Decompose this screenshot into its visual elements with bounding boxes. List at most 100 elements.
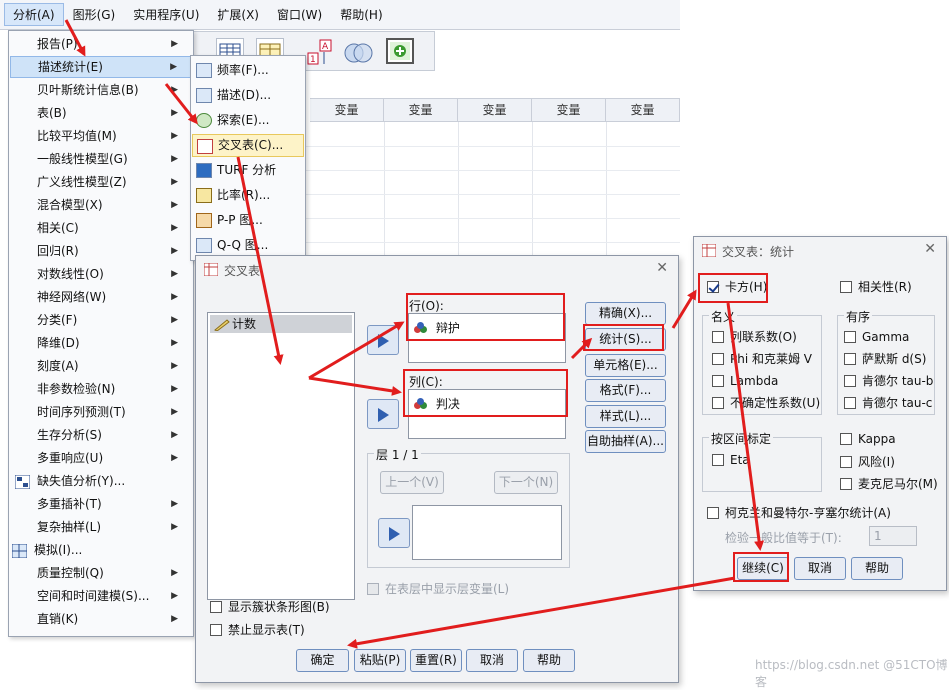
- submenu-item-qq-plot[interactable]: Q-Q 图...: [192, 234, 304, 257]
- menu-item-complex-samples[interactable]: 复杂抽样(L) ▶: [10, 516, 192, 538]
- grid-divider: [300, 170, 680, 171]
- move-to-layer-button[interactable]: [378, 518, 410, 548]
- help-button[interactable]: 帮助: [851, 557, 903, 580]
- column-header[interactable]: 变量: [310, 98, 384, 122]
- add-icon[interactable]: [386, 38, 414, 64]
- submenu-item-crosstabs[interactable]: 交叉表(C)...: [192, 134, 304, 157]
- menu-item-spatial-temporal[interactable]: 空间和时间建模(S)... ▶: [10, 585, 192, 607]
- column-header[interactable]: 变量: [458, 98, 532, 122]
- paste-button[interactable]: 粘贴(P): [354, 649, 406, 672]
- eta-checkbox[interactable]: Eta: [712, 453, 750, 468]
- cmh-statistics-checkbox[interactable]: 柯克兰和曼特尔-亨塞尔统计(A): [707, 506, 891, 521]
- submenu-item-frequencies[interactable]: 频率(F)...: [192, 59, 304, 82]
- column-header[interactable]: 变量: [606, 98, 680, 122]
- menu-item-quality-control[interactable]: 质量控制(Q) ▶: [10, 562, 192, 584]
- menu-item-nonparametric[interactable]: 非参数检验(N) ▶: [10, 378, 192, 400]
- menu-item-simulation[interactable]: 模拟(I)...: [10, 539, 192, 561]
- menu-window[interactable]: 窗口(W): [268, 3, 331, 26]
- cancel-button[interactable]: 取消: [466, 649, 518, 672]
- menu-item-descriptive-statistics[interactable]: 描述统计(E) ▶: [10, 56, 192, 78]
- menu-item-general-linear-model[interactable]: 一般线性模型(G) ▶: [10, 148, 192, 170]
- submenu-item-turf[interactable]: TURF 分析: [192, 159, 304, 182]
- ratio-icon: [196, 188, 212, 203]
- kendall-tau-c-checkbox[interactable]: 肯德尔 tau-c: [844, 396, 932, 411]
- style-button[interactable]: 样式(L)...: [585, 405, 666, 428]
- close-icon[interactable]: ✕: [656, 260, 668, 276]
- menu-item-missing-value[interactable]: 缺失值分析(Y)...: [10, 470, 192, 492]
- help-button[interactable]: 帮助: [523, 649, 575, 672]
- kendall-tau-b-checkbox[interactable]: 肯德尔 tau-b: [844, 374, 933, 389]
- venn-icon[interactable]: [342, 38, 373, 64]
- menu-item-label: 模拟(I)...: [34, 543, 83, 557]
- menu-extensions[interactable]: 扩展(X): [208, 3, 268, 26]
- column-header[interactable]: 变量: [532, 98, 606, 122]
- menu-item-label: 多重响应(U): [37, 451, 104, 465]
- menu-item-compare-means[interactable]: 比较平均值(M) ▶: [10, 125, 192, 147]
- menu-item-tables[interactable]: 表(B) ▶: [10, 102, 192, 124]
- menu-item-forecasting[interactable]: 时间序列预测(T) ▶: [10, 401, 192, 423]
- gamma-checkbox[interactable]: Gamma: [844, 330, 909, 345]
- submenu-arrow-icon: ▶: [171, 499, 178, 509]
- source-variable-list[interactable]: 计数: [207, 312, 355, 600]
- risk-checkbox[interactable]: 风险(I): [840, 455, 895, 470]
- checkbox-box: [210, 601, 222, 613]
- somers-d-checkbox[interactable]: 萨默斯 d(S): [844, 352, 926, 367]
- menu-graphs[interactable]: 图形(G): [64, 3, 125, 26]
- contingency-coefficient-checkbox[interactable]: 列联系数(O): [712, 330, 797, 345]
- chi-square-highlight-box: [698, 273, 768, 303]
- menu-item-multiple-imputation[interactable]: 多重插补(T) ▶: [10, 493, 192, 515]
- menu-item-label: 相关(C): [37, 221, 79, 235]
- format-button[interactable]: 格式(F)...: [585, 379, 666, 402]
- menu-help[interactable]: 帮助(H): [331, 3, 391, 26]
- weight-cases-icon[interactable]: A1: [306, 38, 334, 65]
- previous-layer-button[interactable]: 上一个(V): [380, 471, 444, 494]
- menu-item-classify[interactable]: 分类(F) ▶: [10, 309, 192, 331]
- menu-item-multiple-response[interactable]: 多重响应(U) ▶: [10, 447, 192, 469]
- menu-item-loglinear[interactable]: 对数线性(O) ▶: [10, 263, 192, 285]
- show-layer-variables-checkbox[interactable]: 在表层中显示层变量(L): [367, 582, 509, 597]
- cancel-button[interactable]: 取消: [794, 557, 846, 580]
- submenu-item-descriptives[interactable]: 描述(D)...: [192, 84, 304, 107]
- uncertainty-coefficient-checkbox[interactable]: 不确定性系数(U): [712, 396, 820, 411]
- submenu-arrow-icon: ▶: [171, 154, 178, 164]
- bootstrap-button[interactable]: 自助抽样(A)...: [585, 430, 666, 453]
- menu-item-generalized-linear[interactable]: 广义线性模型(Z) ▶: [10, 171, 192, 193]
- menu-item-bayesian[interactable]: 贝叶斯统计信息(B) ▶: [10, 79, 192, 101]
- menu-item-correlate[interactable]: 相关(C) ▶: [10, 217, 192, 239]
- menu-item-regression[interactable]: 回归(R) ▶: [10, 240, 192, 262]
- menu-item-dimension-reduction[interactable]: 降维(D) ▶: [10, 332, 192, 354]
- kappa-checkbox[interactable]: Kappa: [840, 432, 896, 447]
- layer-variable-list[interactable]: [412, 505, 562, 560]
- correlations-checkbox[interactable]: 相关性(R): [840, 280, 912, 295]
- exact-button[interactable]: 精确(X)...: [585, 302, 666, 325]
- reset-button[interactable]: 重置(R): [410, 649, 462, 672]
- submenu-arrow-icon: ▶: [171, 614, 178, 624]
- mcnemar-checkbox[interactable]: 麦克尼马尔(M): [840, 477, 938, 492]
- cells-button[interactable]: 单元格(E)...: [585, 354, 666, 377]
- menu-item-neural-networks[interactable]: 神经网络(W) ▶: [10, 286, 192, 308]
- next-layer-button[interactable]: 下一个(N): [494, 471, 558, 494]
- menu-item-mixed-models[interactable]: 混合模型(X) ▶: [10, 194, 192, 216]
- column-header[interactable]: 变量: [384, 98, 458, 122]
- submenu-item-label: TURF 分析: [217, 163, 277, 177]
- menu-utilities[interactable]: 实用程序(U): [124, 3, 208, 26]
- list-item[interactable]: 计数: [210, 315, 352, 333]
- menu-item-direct-marketing[interactable]: 直销(K) ▶: [10, 608, 192, 630]
- submenu-item-pp-plot[interactable]: P-P 图...: [192, 209, 304, 232]
- lambda-checkbox[interactable]: Lambda: [712, 374, 778, 389]
- submenu-item-explore[interactable]: 探索(E)...: [192, 109, 304, 132]
- ok-button[interactable]: 确定: [296, 649, 349, 672]
- test-ratio-input[interactable]: 1: [869, 526, 917, 546]
- submenu-item-ratio[interactable]: 比率(R)...: [192, 184, 304, 207]
- clustered-bar-chart-checkbox[interactable]: 显示簇状条形图(B): [210, 600, 330, 615]
- menu-analyze[interactable]: 分析(A): [4, 3, 64, 26]
- close-icon[interactable]: ✕: [924, 241, 936, 257]
- suppress-tables-checkbox[interactable]: 禁止显示表(T): [210, 623, 305, 638]
- move-to-row-button[interactable]: [367, 325, 399, 355]
- move-to-column-button[interactable]: [367, 399, 399, 429]
- menu-item-scale[interactable]: 刻度(A) ▶: [10, 355, 192, 377]
- submenu-arrow-icon: ▶: [171, 407, 178, 417]
- phi-cramer-checkbox[interactable]: Phi 和克莱姆 V: [712, 352, 812, 367]
- menu-item-reports[interactable]: 报告(P) ▶: [10, 33, 192, 55]
- menu-item-survival[interactable]: 生存分析(S) ▶: [10, 424, 192, 446]
